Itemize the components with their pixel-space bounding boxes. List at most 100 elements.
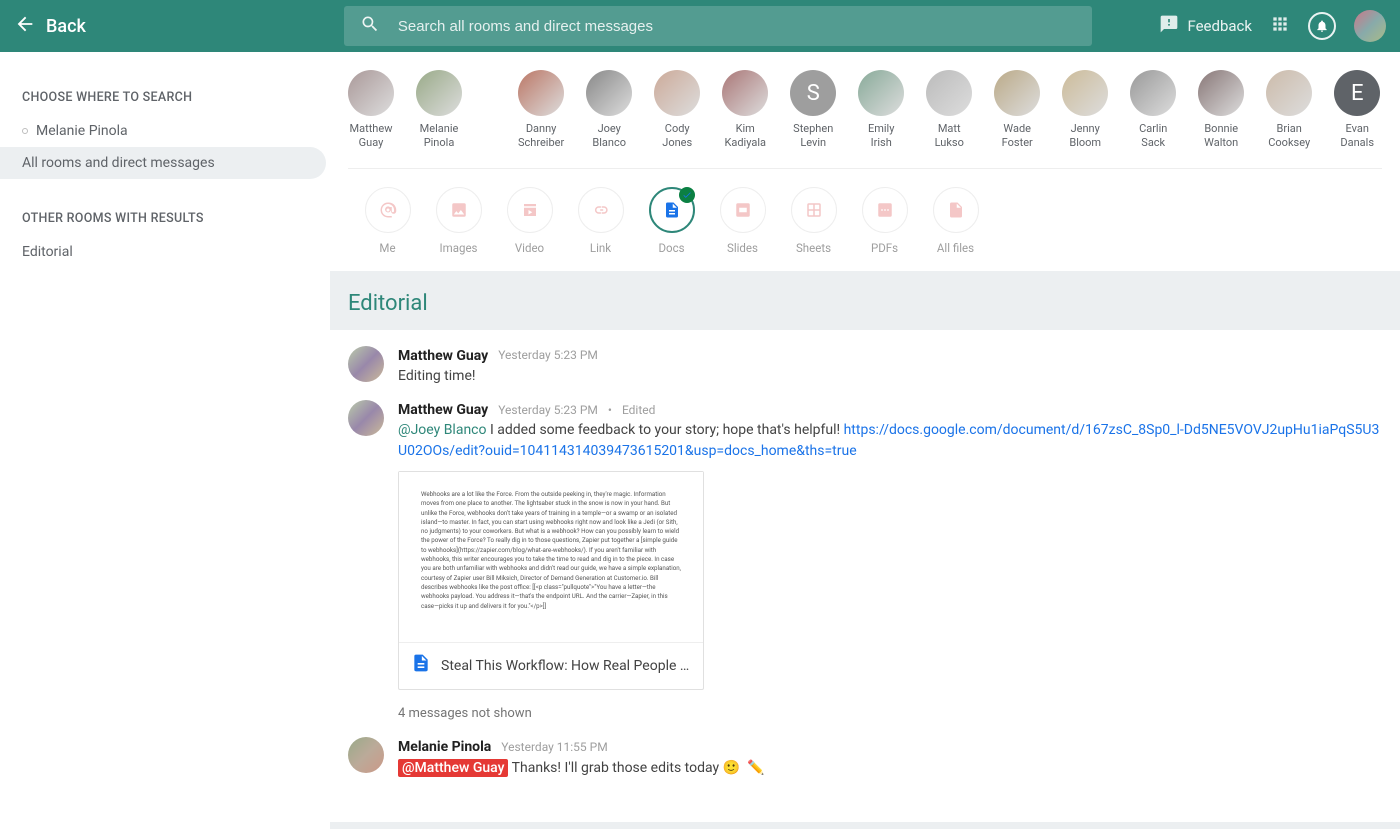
mention-self[interactable]: @Matthew Guay (398, 759, 508, 777)
status-dot-icon (22, 128, 28, 134)
person-matthew[interactable]: MatthewGuay (348, 70, 394, 150)
sidebar-item-all-rooms[interactable]: All rooms and direct messages (0, 147, 326, 179)
image-icon (436, 187, 482, 233)
avatar (348, 70, 394, 116)
message-time: Yesterday 11:55 PM (501, 739, 607, 756)
check-icon (679, 187, 695, 203)
slides-icon (720, 187, 766, 233)
filter-me[interactable]: Me (360, 187, 415, 255)
person-matt[interactable]: MattLukso (926, 70, 972, 150)
avatar (722, 70, 768, 116)
person-stephen[interactable]: SStephenLevin (790, 70, 836, 150)
sidebar-heading-other: OTHER ROOMS WITH RESULTS (0, 201, 330, 236)
person-name: MelaniePinola (420, 122, 459, 150)
pencil-icon: ✏️ (747, 760, 764, 776)
sidebar-item-melanie[interactable]: Melanie Pinola (0, 115, 326, 147)
person-evan[interactable]: E EvanDanals (1334, 70, 1380, 150)
filter-link[interactable]: Link (573, 187, 628, 255)
feedback-icon (1159, 14, 1179, 38)
message-list: Matthew GuayYesterday 5:23 PM Editing ti… (330, 330, 1400, 822)
avatar (518, 70, 564, 116)
avatar (1266, 70, 1312, 116)
avatar (416, 70, 462, 116)
person-name: BonnieWalton (1204, 122, 1238, 150)
avatar (654, 70, 700, 116)
back-label: Back (46, 16, 86, 37)
person-emily[interactable]: EmilyIrish (858, 70, 904, 150)
person-bonnie[interactable]: BonnieWalton (1198, 70, 1244, 150)
divider (348, 168, 1382, 169)
avatar (858, 70, 904, 116)
search-icon (360, 14, 398, 38)
person-danny[interactable]: DannySchreiber (518, 70, 564, 150)
filter-slides[interactable]: Slides (715, 187, 770, 255)
messages-not-shown: 4 messages not shown (398, 706, 1382, 721)
person-jenny[interactable]: JennyBloom (1062, 70, 1108, 150)
filter-images[interactable]: Images (431, 187, 486, 255)
avatar (1198, 70, 1244, 116)
back-button[interactable]: Back (14, 13, 86, 39)
feedback-button[interactable]: Feedback (1159, 14, 1252, 38)
person-name: MatthewGuay (350, 122, 393, 150)
person-brian[interactable]: BrianCooksey (1266, 70, 1312, 150)
avatar (586, 70, 632, 116)
search-input[interactable] (398, 18, 1076, 35)
user-avatar[interactable] (1354, 10, 1386, 42)
person-name: StephenLevin (793, 122, 833, 150)
sidebar-heading-choose: CHOOSE WHERE TO SEARCH (0, 80, 330, 115)
filter-all-files[interactable]: All files (928, 187, 983, 255)
person-name: KimKadiyala (724, 122, 766, 150)
at-icon (365, 187, 411, 233)
person-name: EvanDanals (1340, 122, 1374, 150)
message-text: Editing time! (398, 366, 1382, 386)
message: Matthew GuayYesterday 5:23 PM Editing ti… (348, 346, 1382, 387)
sheets-icon (791, 187, 837, 233)
avatar (348, 737, 384, 773)
docs-icon (649, 187, 695, 233)
person-melanie[interactable]: MelaniePinola (416, 70, 462, 150)
sidebar: CHOOSE WHERE TO SEARCH Melanie Pinola Al… (0, 52, 330, 829)
avatar: E (1334, 70, 1380, 116)
main-area: MatthewGuay MelaniePinola DannySchreiber Jo… (330, 52, 1400, 829)
people-row: MatthewGuay MelaniePinola DannySchreiber Jo… (330, 60, 1400, 158)
doc-title: Steal This Workflow: How Real People U..… (441, 656, 691, 676)
mention[interactable]: @Joey Blanco (398, 422, 487, 438)
avatar (1062, 70, 1108, 116)
person-name: CarlinSack (1139, 122, 1167, 150)
person-name: CodyJones (662, 122, 692, 150)
apps-icon[interactable] (1270, 14, 1290, 38)
pdf-icon (862, 187, 908, 233)
person-name: DannySchreiber (518, 122, 564, 150)
person-kim[interactable]: KimKadiyala (722, 70, 768, 150)
edited-label: Edited (622, 402, 655, 419)
link-icon (578, 187, 624, 233)
notifications-icon[interactable] (1308, 12, 1336, 40)
message-time: Yesterday 5:23 PM (498, 402, 598, 419)
filter-docs[interactable]: Docs (644, 187, 699, 255)
filter-pdfs[interactable]: PDFs (857, 187, 912, 255)
doc-preview-card[interactable]: Webhooks are a lot like the Force. From … (398, 471, 704, 690)
person-cody[interactable]: CodyJones (654, 70, 700, 150)
feedback-label: Feedback (1187, 17, 1252, 35)
filter-label: Slides (727, 241, 758, 255)
message-time: Yesterday 5:23 PM (498, 347, 598, 364)
message-author: Melanie Pinola (398, 737, 491, 757)
filter-label: Sheets (796, 241, 831, 255)
person-name: MattLukso (935, 122, 964, 150)
person-joey[interactable]: JoeyBlanco (586, 70, 632, 150)
filter-sheets[interactable]: Sheets (786, 187, 841, 255)
filter-label: Video (515, 241, 544, 255)
filters-row: Me Images Video Link Docs Slides Sheets PDFs All… (330, 179, 1400, 259)
filter-video[interactable]: Video (502, 187, 557, 255)
filter-label: Me (379, 241, 395, 255)
avatar (348, 400, 384, 436)
message-text: @Matthew Guay Thanks! I'll grab those ed… (398, 758, 1382, 778)
search-bar[interactable] (344, 6, 1092, 46)
smile-emoji-icon: 🙂 (723, 760, 740, 776)
avatar (926, 70, 972, 116)
person-carlin[interactable]: CarlinSack (1130, 70, 1176, 150)
sidebar-item-editorial[interactable]: Editorial (0, 236, 326, 268)
avatar (1130, 70, 1176, 116)
person-wade[interactable]: WadeFoster (994, 70, 1040, 150)
person-name: EmilyIrish (868, 122, 894, 150)
